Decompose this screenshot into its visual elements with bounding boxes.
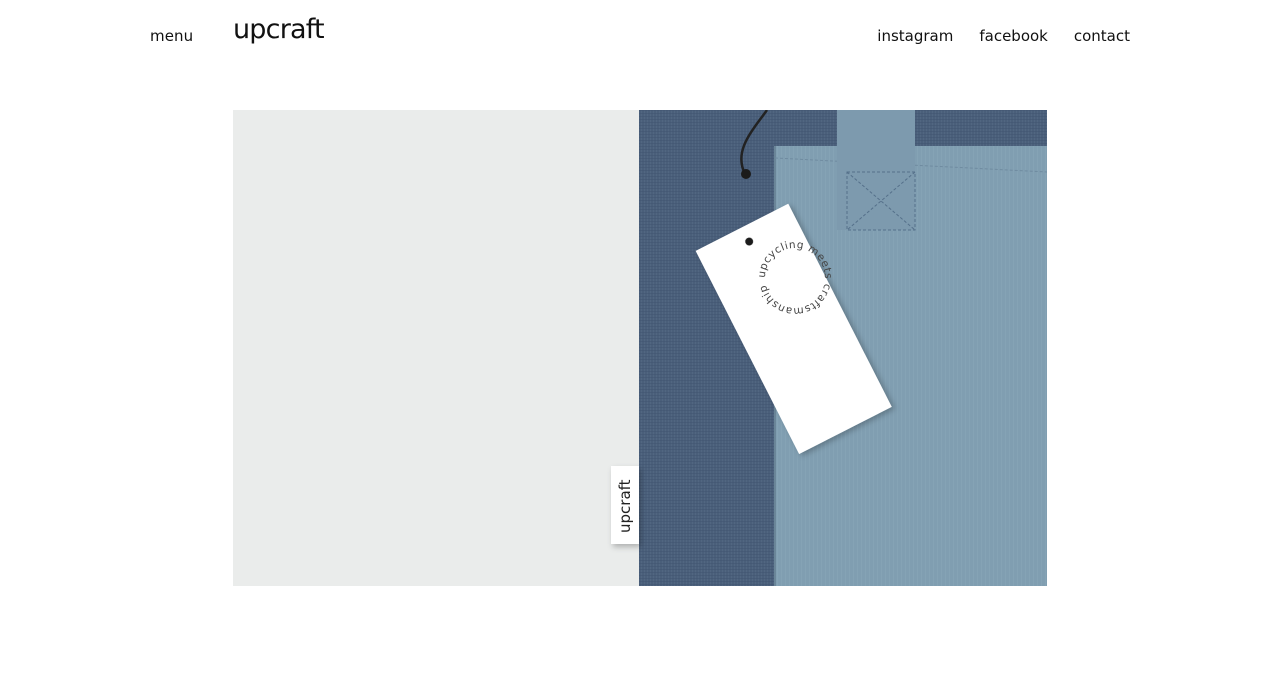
logo[interactable]: upcraft [233, 14, 325, 45]
nav-instagram-link[interactable]: instagram [877, 27, 953, 45]
social-nav: instagram facebook contact [877, 27, 1130, 45]
nav-contact-link[interactable]: contact [1074, 27, 1130, 45]
hero-image: upcycling meets craftsmanship upcraft [233, 110, 1047, 586]
nav-facebook-link[interactable]: facebook [979, 27, 1048, 45]
site-header: menu upcraft instagram facebook contact [0, 0, 1280, 74]
side-label: upcraft [611, 466, 639, 544]
menu-button[interactable]: menu [150, 27, 193, 45]
tote-handle [837, 110, 915, 230]
tote-bag-photo: upcycling meets craftsmanship upcraft [611, 110, 1047, 586]
svg-text:upcraft: upcraft [616, 479, 634, 533]
